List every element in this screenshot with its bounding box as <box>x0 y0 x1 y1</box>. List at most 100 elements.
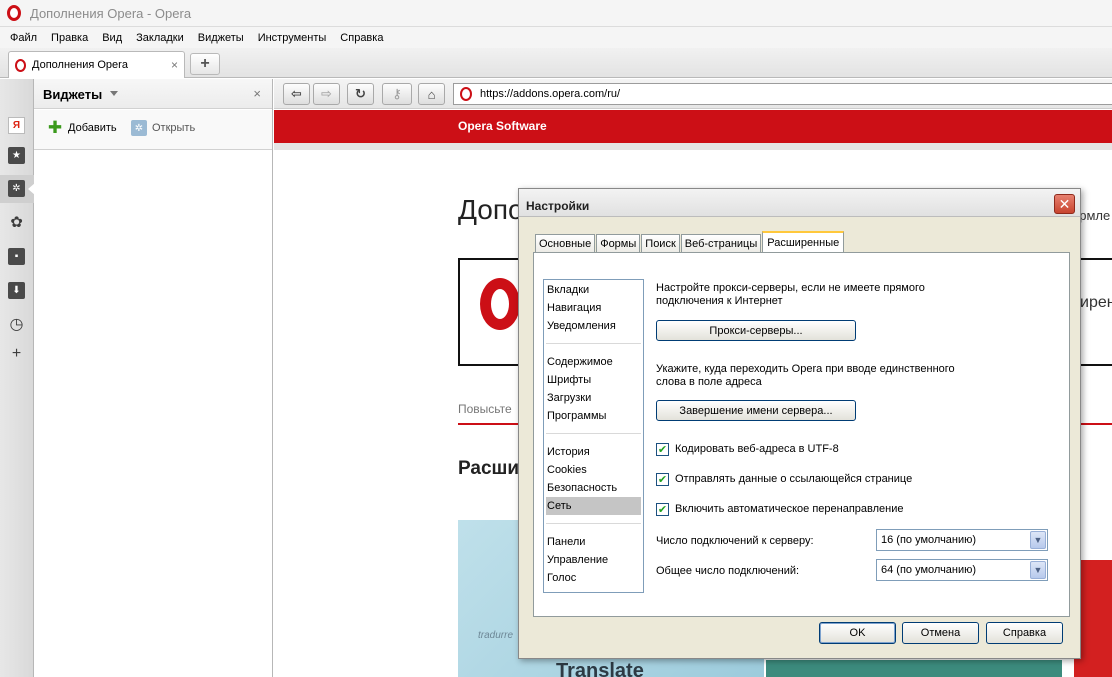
left-sidebar: Я ★ ✲ ✿ ▪ ⬇ ◷ + <box>0 79 35 677</box>
network-settings: Настройте прокси-серверы, если не имеете… <box>656 253 1066 618</box>
address-url[interactable]: https://addons.opera.com/ru/ <box>480 88 620 100</box>
proxy-description-2: подключения к Интернет <box>656 295 783 307</box>
chevron-down-icon[interactable]: ▼ <box>1030 531 1046 549</box>
opera-logo-icon[interactable] <box>7 5 21 21</box>
menu-bar: Файл Правка Вид Закладки Виджеты Инструм… <box>0 27 1112 48</box>
menu-view[interactable]: Вид <box>102 32 122 44</box>
reload-icon: ↻ <box>355 86 366 101</box>
dialog-body: Вкладки Навигация Уведомления Содержимое… <box>533 252 1070 617</box>
ok-button[interactable]: OK <box>819 622 896 644</box>
category-programs[interactable]: Программы <box>546 407 641 425</box>
category-cookies[interactable]: Cookies <box>546 461 641 479</box>
addon-thumbnail[interactable] <box>766 660 1062 677</box>
total-connections-select[interactable]: 64 (по умолчанию) ▼ <box>876 559 1048 581</box>
category-separator <box>546 433 641 434</box>
category-tabs[interactable]: Вкладки <box>546 281 641 299</box>
utf8-encode-label[interactable]: Кодировать веб-адреса в UTF-8 <box>675 443 839 455</box>
site-favicon-icon <box>460 87 472 101</box>
category-notifications[interactable]: Уведомления <box>546 317 641 335</box>
chevron-down-icon[interactable]: ▼ <box>1030 561 1046 579</box>
category-shortcuts[interactable]: Управление <box>546 551 641 569</box>
notes-icon[interactable]: ▪ <box>8 248 25 265</box>
proxy-servers-button[interactable]: Прокси-серверы... <box>656 320 856 341</box>
server-completion-description-1: Укажите, куда переходить Opera при вводе… <box>656 363 955 375</box>
proxy-description-1: Настройте прокси-серверы, если не имеете… <box>656 282 925 294</box>
home-icon: ⌂ <box>427 86 436 102</box>
category-security[interactable]: Безопасность <box>546 479 641 497</box>
menu-help[interactable]: Справка <box>340 32 383 44</box>
server-connections-select[interactable]: 16 (по умолчанию) ▼ <box>876 529 1048 551</box>
panel-title[interactable]: Виджеты <box>43 87 102 102</box>
category-voice[interactable]: Голос <box>546 569 641 587</box>
category-history[interactable]: История <box>546 443 641 461</box>
wand-button[interactable]: ⚷ <box>382 83 412 105</box>
category-network[interactable]: Сеть <box>546 497 641 515</box>
opera-favicon-icon <box>15 58 26 72</box>
bookmarks-icon[interactable]: ★ <box>8 147 25 164</box>
server-name-completion-button[interactable]: Завершение имени сервера... <box>656 400 856 421</box>
send-referrer-label[interactable]: Отправлять данные о ссылающейся странице <box>675 473 912 485</box>
tab-strip: Дополнения Opera × + <box>0 48 1112 78</box>
back-button[interactable]: ⇦ <box>283 83 310 105</box>
address-field[interactable]: https://addons.opera.com/ru/ <box>453 83 1112 105</box>
auto-redirect-label[interactable]: Включить автоматическое перенаправление <box>675 503 904 515</box>
dialog-title-bar[interactable]: Настройки ✕ <box>519 189 1080 217</box>
total-connections-label: Общее число подключений: <box>656 565 800 577</box>
plus-icon: ✚ <box>47 118 63 137</box>
new-tab-button[interactable]: + <box>190 53 220 75</box>
thumbnail-small-text: tradurre <box>478 630 514 641</box>
forward-button[interactable]: ⇨ <box>313 83 340 105</box>
cancel-button[interactable]: Отмена <box>902 622 979 644</box>
tab-forms[interactable]: Формы <box>596 234 641 252</box>
home-button[interactable]: ⌂ <box>418 83 445 105</box>
server-completion-description-2: слова в поле адреса <box>656 376 762 388</box>
tab-search[interactable]: Поиск <box>641 234 680 252</box>
tab-webpages[interactable]: Веб-страницы <box>680 234 762 252</box>
menu-bookmarks[interactable]: Закладки <box>136 32 184 44</box>
menu-edit[interactable]: Правка <box>51 32 88 44</box>
category-toolbars[interactable]: Панели <box>546 533 641 551</box>
category-navigation[interactable]: Навигация <box>546 299 641 317</box>
panel-header: Виджеты × <box>34 79 272 109</box>
unite-icon[interactable]: ✿ <box>8 213 25 231</box>
auto-redirect-checkbox[interactable]: ✔ <box>656 503 669 516</box>
tab-basic[interactable]: Основные <box>535 234 596 252</box>
window-title: Дополнения Opera - Opera <box>30 5 192 21</box>
server-connections-label: Число подключений к серверу: <box>656 535 814 547</box>
add-widget-button[interactable]: ✚ Добавить <box>47 118 117 137</box>
reload-button[interactable]: ↻ <box>347 83 374 105</box>
category-content[interactable]: Содержимое <box>546 353 641 371</box>
history-clock-icon[interactable]: ◷ <box>8 315 25 333</box>
widgets-gear-icon[interactable]: ✲ <box>8 180 25 197</box>
tab-close-icon[interactable]: × <box>171 58 178 72</box>
title-bar: Дополнения Opera - Opera <box>0 0 1112 27</box>
header-strip <box>274 143 1112 150</box>
promo-link[interactable]: Повысьте <box>458 402 512 416</box>
tab-advanced[interactable]: Расширенные <box>762 231 845 253</box>
add-panel-icon[interactable]: + <box>8 345 25 362</box>
menu-file[interactable]: Файл <box>10 32 37 44</box>
back-arrow-icon: ⇦ <box>291 86 302 101</box>
key-icon: ⚷ <box>392 86 402 101</box>
site-brand[interactable]: Opera Software <box>458 119 547 133</box>
chevron-down-icon[interactable] <box>110 91 118 96</box>
utf8-encode-checkbox[interactable]: ✔ <box>656 443 669 456</box>
page-heading: Допо <box>458 194 524 225</box>
close-icon[interactable]: ✕ <box>1054 194 1075 214</box>
send-referrer-checkbox[interactable]: ✔ <box>656 473 669 486</box>
tab-label: Дополнения Opera <box>32 59 128 71</box>
category-list[interactable]: Вкладки Навигация Уведомления Содержимое… <box>543 279 644 593</box>
total-connections-value: 64 (по умолчанию) <box>881 564 977 576</box>
category-separator <box>546 523 641 524</box>
downloads-icon[interactable]: ⬇ <box>8 282 25 299</box>
help-button[interactable]: Справка <box>986 622 1063 644</box>
dialog-title: Настройки <box>526 199 590 213</box>
menu-tools[interactable]: Инструменты <box>258 32 327 44</box>
menu-widgets[interactable]: Виджеты <box>198 32 244 44</box>
open-widget-button[interactable]: ✲ Открыть <box>131 120 195 136</box>
category-fonts[interactable]: Шрифты <box>546 371 641 389</box>
yandex-icon[interactable]: Я <box>8 117 25 134</box>
category-downloads[interactable]: Загрузки <box>546 389 641 407</box>
tab-opera-addons[interactable]: Дополнения Opera × <box>8 51 185 78</box>
panel-close-icon[interactable]: × <box>253 86 261 101</box>
